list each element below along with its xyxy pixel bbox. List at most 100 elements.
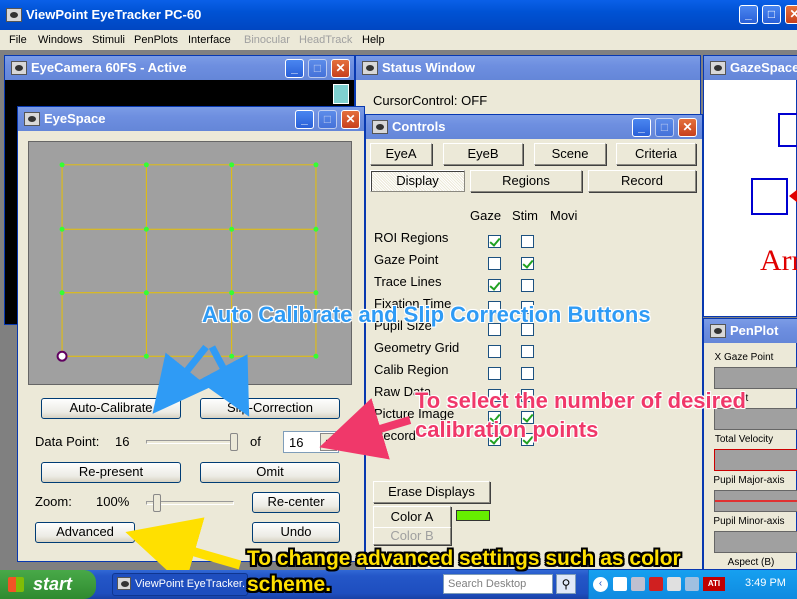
tab-display[interactable]: Display bbox=[370, 170, 465, 192]
calib-point bbox=[229, 353, 235, 359]
tab-scene[interactable]: Scene bbox=[534, 143, 606, 165]
data-point-value: 16 bbox=[115, 434, 130, 449]
maximize-button[interactable]: □ bbox=[762, 5, 781, 24]
tab-criteria[interactable]: Criteria bbox=[616, 143, 696, 165]
eyecamera-close-button[interactable]: ✕ bbox=[331, 59, 350, 78]
tray-clock[interactable]: 3:49 PM bbox=[745, 577, 786, 589]
col-header-movi: Movi bbox=[550, 208, 578, 223]
eyespace-titlebar[interactable]: EyeSpace _ □ ✕ bbox=[18, 107, 364, 131]
start-button[interactable]: start bbox=[0, 570, 96, 599]
penplot-graph-xgaze bbox=[714, 367, 797, 389]
tray-icon-1[interactable] bbox=[613, 577, 627, 591]
penplot-label-velocity: Total Velocity bbox=[714, 434, 774, 445]
color-a-button[interactable]: Color A bbox=[373, 506, 451, 528]
controls-titlebar[interactable]: Controls _ □ ✕ bbox=[366, 115, 702, 139]
eyespace-title: EyeSpace bbox=[44, 111, 106, 126]
menu-binocular: Binocular bbox=[244, 34, 290, 46]
annotation-advanced-line2: scheme. bbox=[247, 573, 332, 596]
penplot-label-pupil-minor: Pupil Minor-axis bbox=[713, 516, 785, 527]
desktop-search-input[interactable]: Search Desktop bbox=[443, 574, 553, 594]
menu-interface[interactable]: Interface bbox=[188, 30, 231, 50]
zoom-label: Zoom: bbox=[35, 494, 72, 509]
gazepoint-gaze-checkbox[interactable] bbox=[488, 257, 501, 270]
eyecamera-titlebar[interactable]: EyeCamera 60FS - Active _ □ ✕ bbox=[5, 56, 354, 80]
erase-displays-button[interactable]: Erase Displays bbox=[373, 481, 490, 503]
data-point-slider-track[interactable] bbox=[146, 440, 234, 444]
col-header-gaze: Gaze bbox=[470, 208, 502, 223]
eyespace-maximize-button[interactable]: □ bbox=[318, 110, 337, 129]
points-select[interactable]: 16 ▼ bbox=[283, 431, 339, 453]
calibration-grid[interactable] bbox=[28, 141, 352, 385]
controls-icon bbox=[372, 120, 388, 134]
menu-penplots[interactable]: PenPlots bbox=[134, 30, 178, 50]
penplot-titlebar[interactable]: PenPlot bbox=[704, 319, 797, 343]
system-tray: ‹ ATI 3:49 PM bbox=[588, 570, 797, 599]
calib-point bbox=[229, 162, 235, 168]
slip-correction-button[interactable]: Slip-Correction bbox=[200, 398, 340, 419]
tray-icon-2[interactable] bbox=[631, 577, 645, 591]
advanced-button[interactable]: Advanced bbox=[35, 522, 135, 543]
calib-point bbox=[229, 290, 235, 296]
tab-regions[interactable]: Regions bbox=[470, 170, 582, 192]
calib-point bbox=[313, 290, 319, 296]
eyespace-minimize-button[interactable]: _ bbox=[295, 110, 314, 129]
controls-maximize-button[interactable]: □ bbox=[655, 118, 674, 137]
omit-button[interactable]: Omit bbox=[200, 462, 340, 483]
geometry-stim-checkbox[interactable] bbox=[521, 345, 534, 358]
tab-eyeb[interactable]: EyeB bbox=[443, 143, 523, 165]
data-point-slider-thumb[interactable] bbox=[230, 433, 238, 451]
calib-point bbox=[143, 290, 149, 296]
gazespace-titlebar[interactable]: GazeSpace bbox=[704, 56, 797, 80]
geometry-gaze-checkbox[interactable] bbox=[488, 345, 501, 358]
menu-file[interactable]: File bbox=[9, 30, 27, 50]
color-a-swatch bbox=[456, 510, 490, 521]
ati-icon[interactable]: ATI bbox=[703, 577, 725, 591]
eyecamera-minimize-button[interactable]: _ bbox=[285, 59, 304, 78]
roi-gaze-checkbox[interactable] bbox=[488, 235, 501, 248]
menu-bar: File Windows Stimuli PenPlots Interface … bbox=[0, 30, 797, 50]
controls-close-button[interactable]: ✕ bbox=[678, 118, 697, 137]
trace-gaze-checkbox[interactable] bbox=[488, 279, 501, 292]
eyecamera-maximize-button[interactable]: □ bbox=[308, 59, 327, 78]
tray-icon-3[interactable] bbox=[649, 577, 663, 591]
menu-windows[interactable]: Windows bbox=[38, 30, 83, 50]
controls-minimize-button[interactable]: _ bbox=[632, 118, 651, 137]
calib-point bbox=[313, 353, 319, 359]
taskbar-task-viewpoint[interactable]: ViewPoint EyeTracker... bbox=[112, 573, 248, 596]
row-label-gaze-point: Gaze Point bbox=[374, 252, 439, 267]
status-titlebar[interactable]: Status Window bbox=[356, 56, 700, 80]
eyecamera-scroll-thumb[interactable] bbox=[333, 84, 349, 104]
calib-gaze-checkbox[interactable] bbox=[488, 367, 501, 380]
recenter-button[interactable]: Re-center bbox=[252, 492, 340, 513]
menu-stimuli[interactable]: Stimuli bbox=[92, 30, 125, 50]
search-icon[interactable]: ⚲ bbox=[556, 574, 576, 594]
chevron-down-icon[interactable]: ▼ bbox=[320, 433, 337, 451]
of-label: of bbox=[250, 434, 261, 449]
annotation-select-line1: To select the number of desired bbox=[415, 388, 746, 413]
tray-expand-icon[interactable]: ‹ bbox=[593, 577, 608, 592]
gazespace-roi-box-2 bbox=[751, 178, 788, 215]
tray-icon-4[interactable] bbox=[667, 577, 681, 591]
zoom-slider-thumb[interactable] bbox=[153, 494, 161, 512]
trace-stim-checkbox[interactable] bbox=[521, 279, 534, 292]
eyespace-close-button[interactable]: ✕ bbox=[341, 110, 360, 129]
tab-eyea[interactable]: EyeA bbox=[370, 143, 432, 165]
close-button[interactable]: ✕ bbox=[785, 5, 797, 24]
auto-calibrate-button[interactable]: Auto-Calibrate bbox=[41, 398, 181, 419]
gazepoint-stim-checkbox[interactable] bbox=[521, 257, 534, 270]
status-icon bbox=[362, 61, 378, 75]
tray-icon-5[interactable] bbox=[685, 577, 699, 591]
calib-point bbox=[229, 226, 235, 232]
calib-point bbox=[143, 353, 149, 359]
minimize-button[interactable]: _ bbox=[739, 5, 758, 24]
undo-button[interactable]: Undo bbox=[252, 522, 340, 543]
tab-record[interactable]: Record bbox=[588, 170, 696, 192]
represent-button[interactable]: Re-present bbox=[41, 462, 181, 483]
app-titlebar[interactable]: ViewPoint EyeTracker PC-60 _ □ ✕ bbox=[0, 0, 797, 30]
app-icon bbox=[6, 8, 22, 22]
row-label-roi: ROI Regions bbox=[374, 230, 449, 245]
calib-stim-checkbox[interactable] bbox=[521, 367, 534, 380]
menu-help[interactable]: Help bbox=[362, 30, 385, 50]
penplot-graph-pupil-major bbox=[714, 490, 797, 512]
roi-stim-checkbox[interactable] bbox=[521, 235, 534, 248]
